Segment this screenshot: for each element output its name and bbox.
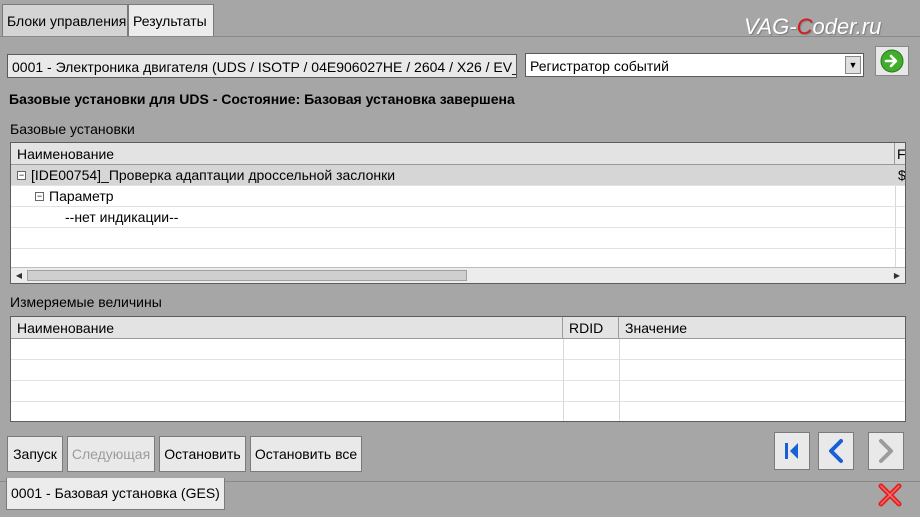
grid-header: Наименование RDID Значение (11, 317, 905, 339)
stop-button[interactable]: Остановить (159, 436, 246, 472)
tab-control-units[interactable]: Блоки управления (2, 4, 128, 36)
go-button[interactable] (875, 46, 909, 76)
previous-button[interactable] (818, 432, 854, 470)
next-page-button[interactable] (868, 432, 904, 470)
measured-values-label: Измеряемые величины (10, 294, 162, 310)
chevron-left-icon (829, 439, 843, 463)
table-row (11, 381, 905, 402)
status-heading: Базовые установки для UDS - Состояние: Б… (9, 91, 515, 107)
tab-label: Результаты (133, 13, 207, 29)
tab-label: Блоки управления (7, 13, 127, 29)
table-row (11, 339, 905, 360)
grid-header: Наименование F (11, 143, 905, 165)
first-page-button[interactable] (774, 432, 810, 470)
scroll-right-icon[interactable]: ▶ (890, 269, 904, 282)
column-header-value[interactable]: Значение (619, 317, 905, 339)
skip-first-icon (785, 443, 798, 459)
event-log-select[interactable]: Регистратор событий ▼ (525, 53, 864, 77)
horizontal-scrollbar[interactable]: ◀ ▶ (11, 267, 905, 283)
column-header-name[interactable]: Наименование (11, 143, 895, 165)
table-row (11, 402, 905, 421)
scroll-left-icon[interactable]: ◀ (12, 269, 26, 282)
close-icon[interactable] (876, 481, 904, 509)
chevron-right-icon (879, 439, 893, 463)
table-row (11, 228, 905, 249)
collapse-icon[interactable]: − (35, 192, 44, 201)
dropdown-arrow-icon[interactable]: ▼ (845, 56, 861, 74)
column-header-name[interactable]: Наименование (11, 317, 563, 339)
collapse-icon[interactable]: − (17, 171, 26, 180)
basic-settings-grid[interactable]: Наименование F − [IDE00754]_Проверка ада… (10, 142, 906, 284)
column-header-extra[interactable]: F (895, 143, 905, 165)
tab-results[interactable]: Результаты (128, 4, 214, 37)
table-row[interactable]: − Параметр (11, 186, 905, 207)
module-field: 0001 - Электроника двигателя (UDS / ISOT… (7, 54, 517, 78)
start-button[interactable]: Запуск (7, 436, 63, 472)
bottom-tab-basic-setting[interactable]: 0001 - Базовая установка (GES) (6, 478, 225, 510)
table-row[interactable]: --нет индикации-- (11, 207, 905, 228)
scrollbar-thumb[interactable] (27, 270, 467, 281)
stop-all-button[interactable]: Остановить все (250, 436, 362, 472)
table-row (11, 360, 905, 381)
basic-settings-label: Базовые установки (10, 121, 135, 137)
measured-values-grid[interactable]: Наименование RDID Значение (10, 316, 906, 422)
table-row[interactable]: − [IDE00754]_Проверка адаптации дроссель… (11, 165, 905, 186)
go-arrow-icon (880, 49, 904, 73)
column-header-rdid[interactable]: RDID (563, 317, 619, 339)
next-button[interactable]: Следующая (67, 436, 155, 472)
